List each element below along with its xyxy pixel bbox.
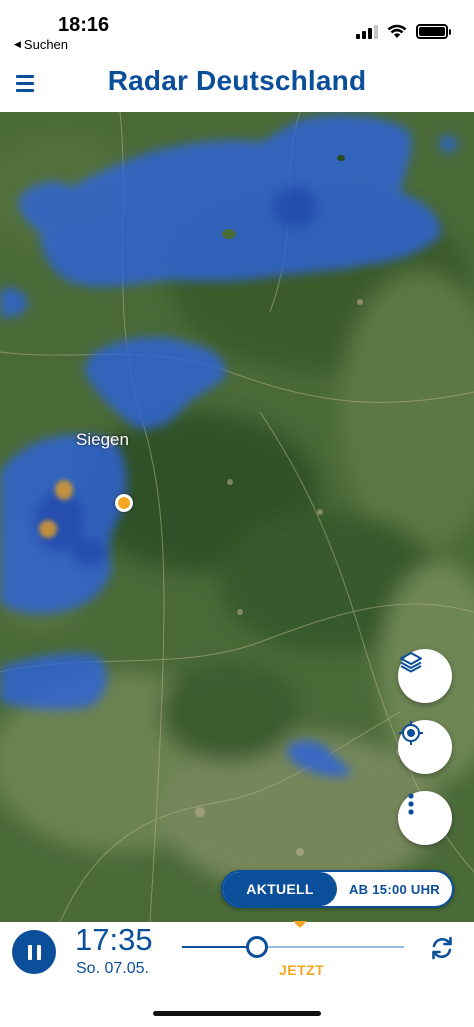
battery-icon (416, 24, 451, 39)
pause-icon (27, 944, 32, 960)
city-label-siegen: Siegen (76, 430, 129, 449)
home-indicator[interactable] (153, 1011, 321, 1016)
toggle-current-button[interactable]: AKTUELL (223, 872, 337, 906)
cellular-signal-icon (356, 24, 378, 39)
layers-icon (400, 652, 422, 673)
back-label: Suchen (23, 37, 69, 52)
refresh-button[interactable] (428, 934, 456, 962)
now-marker-icon (293, 921, 307, 928)
page-title: Radar Deutschland (107, 65, 367, 96)
now-label: JETZT (279, 962, 325, 978)
app-header: Radar Deutschland (0, 56, 474, 112)
status-time: 18:16 (58, 14, 110, 36)
pause-button[interactable] (12, 930, 56, 974)
more-options-button[interactable] (398, 791, 452, 845)
locate-button[interactable] (398, 720, 452, 774)
radar-map[interactable]: Siegen AKTUELL AB 15:00 UHR (0, 112, 474, 922)
status-bar: 18:16 ◀ Suchen (0, 0, 474, 56)
crosshair-locate-icon (399, 721, 423, 745)
playback-time: 17:35 (75, 922, 153, 957)
wifi-icon (387, 24, 407, 38)
playback-date: So. 07.05. (76, 960, 149, 977)
toggle-forecast-button[interactable]: AB 15:00 UHR (337, 882, 452, 897)
timeline-track[interactable] (182, 946, 404, 948)
back-arrow-icon: ◀ (14, 39, 21, 49)
timeline-handle[interactable] (246, 936, 269, 958)
battery-level (419, 27, 445, 36)
location-dot-icon (115, 494, 133, 512)
status-icons (356, 24, 451, 39)
time-mode-toggle: AKTUELL AB 15:00 UHR (221, 870, 454, 908)
more-vertical-icon (408, 793, 414, 815)
refresh-icon (432, 936, 452, 960)
back-to-search-link[interactable]: ◀ Suchen (14, 37, 68, 52)
layers-button[interactable] (398, 649, 452, 703)
